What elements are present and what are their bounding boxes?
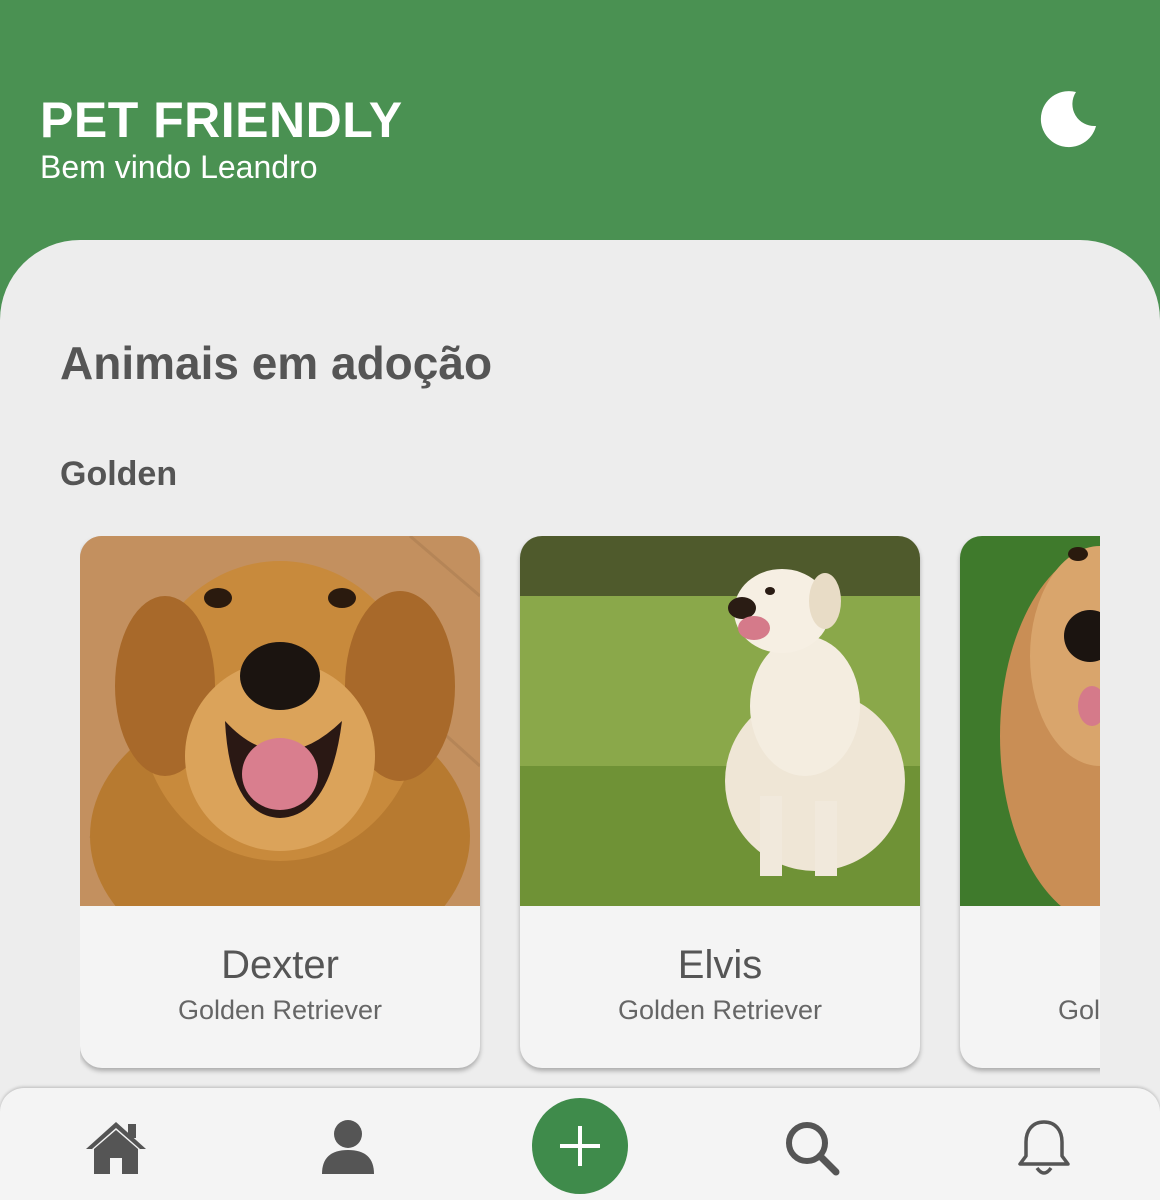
moon-icon [1040,91,1096,148]
pet-carousel[interactable]: Dexter Golden Retriever Elvis Golden Ret… [80,536,1100,1076]
nav-search-button[interactable] [780,1116,844,1180]
add-pet-button[interactable] [532,1098,628,1194]
pet-breed: Golden Retriever [617,995,823,1025]
pet-photo [80,536,480,906]
breed-group-title: Golden [60,455,178,493]
nav-home-button[interactable] [84,1116,148,1180]
pet-name: Dexter [221,943,339,987]
welcome-message: Bem vindo Leandro [40,149,318,185]
home-icon [86,1122,146,1174]
bell-icon [1018,1120,1070,1175]
pet-breed: Golden Retriever [1057,995,1100,1025]
dark-mode-toggle[interactable] [1036,88,1100,152]
pet-photo [960,536,1100,906]
app-header: PET FRIENDLY Bem vindo Leandro [0,0,1160,280]
app-title: PET FRIENDLY [40,92,403,148]
nav-notifications-button[interactable] [1012,1116,1076,1180]
pet-photo [520,536,920,906]
content-panel: Animais em adoção Golden Dexter Golden R… [0,240,1160,1200]
pet-breed: Golden Retriever [177,995,383,1025]
pet-name: Elvis [677,943,763,987]
search-icon [786,1122,840,1176]
section-title: Animais em adoção [60,337,493,389]
pet-card[interactable]: Elvis Golden Retriever [520,536,920,1068]
nav-profile-button[interactable] [316,1116,380,1180]
pet-card[interactable]: Dexter Golden Retriever [80,536,480,1068]
user-icon [322,1120,374,1174]
pet-card[interactable]: Golden Retriever [960,536,1100,1068]
plus-icon [560,1126,600,1166]
